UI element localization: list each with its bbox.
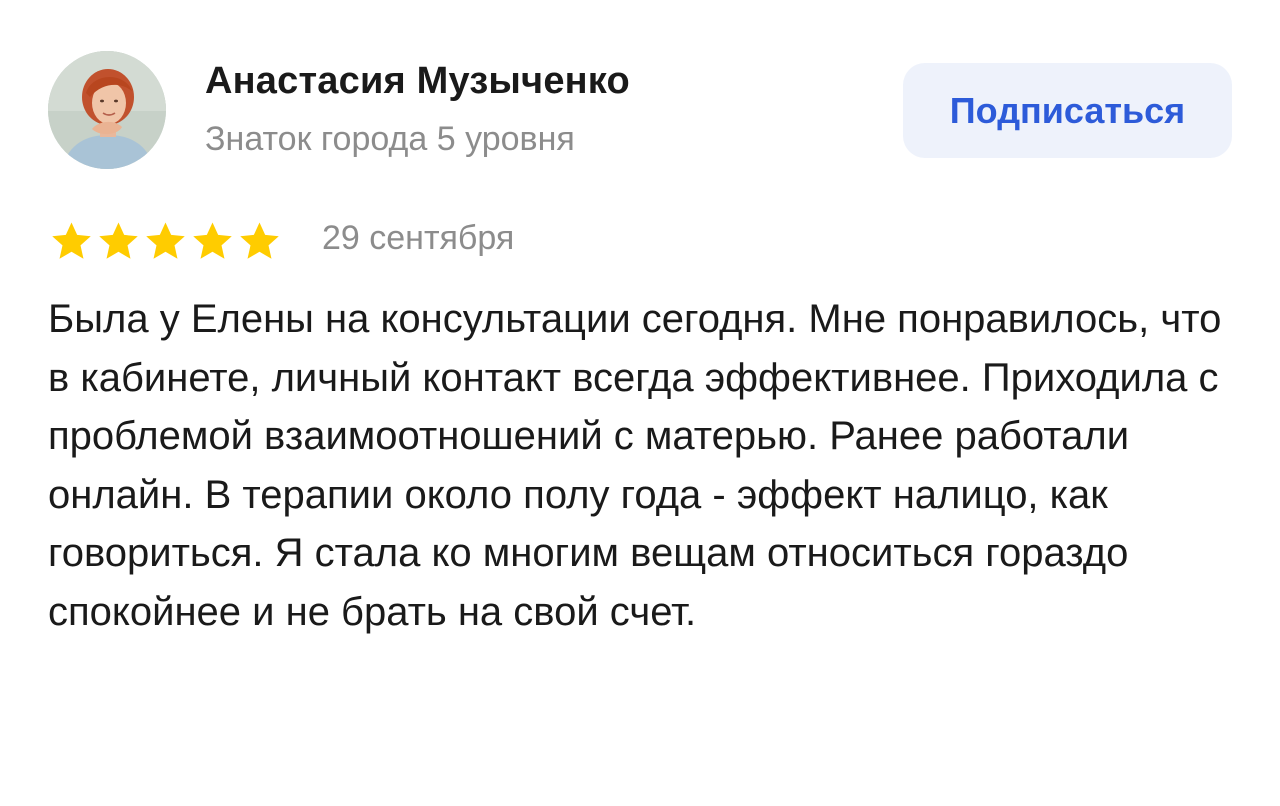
author-avatar[interactable]	[48, 51, 166, 169]
star-icon	[146, 222, 185, 259]
star-icon	[240, 222, 279, 259]
user-avatar-icon	[48, 51, 166, 169]
review-date: 29 сентября	[322, 219, 515, 257]
star-icon	[193, 222, 232, 259]
review-card: Анастасия Музыченко Знаток города 5 уров…	[0, 0, 1280, 806]
subscribe-button[interactable]: Подписаться	[903, 63, 1232, 158]
star-icon	[52, 222, 91, 259]
review-text: Была у Елены на консультации сегодня. Мн…	[48, 297, 1222, 634]
star-rating	[48, 219, 283, 265]
author-name[interactable]: Анастасия Музыченко	[205, 60, 630, 103]
author-level: Знаток города 5 уровня	[205, 120, 575, 158]
star-icon	[99, 222, 138, 259]
